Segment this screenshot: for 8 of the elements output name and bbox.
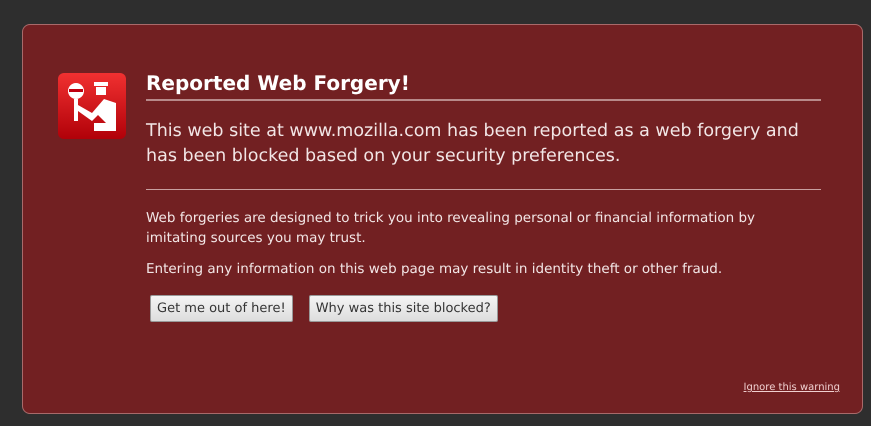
action-button[interactable]: Why was this site blocked?: [308, 295, 498, 322]
action-button[interactable]: Get me out of here!: [150, 295, 293, 322]
description-paragraph: Web forgeries are designed to trick you into revealing personal or financial information by imitating sources you may trust.: [146, 209, 756, 248]
ignore-warning-link[interactable]: Ignore this warning: [744, 382, 840, 393]
short-description: This web site at www.mozilla.com has been reported as a web forgery and has been blocked based on your security preferences.: [146, 101, 821, 190]
error-title: Reported Web Forgery!: [146, 71, 821, 101]
police-officer-icon: [58, 73, 126, 139]
description-paragraph: Entering any information on this web page may result in identity theft or other fraud.: [146, 260, 724, 279]
